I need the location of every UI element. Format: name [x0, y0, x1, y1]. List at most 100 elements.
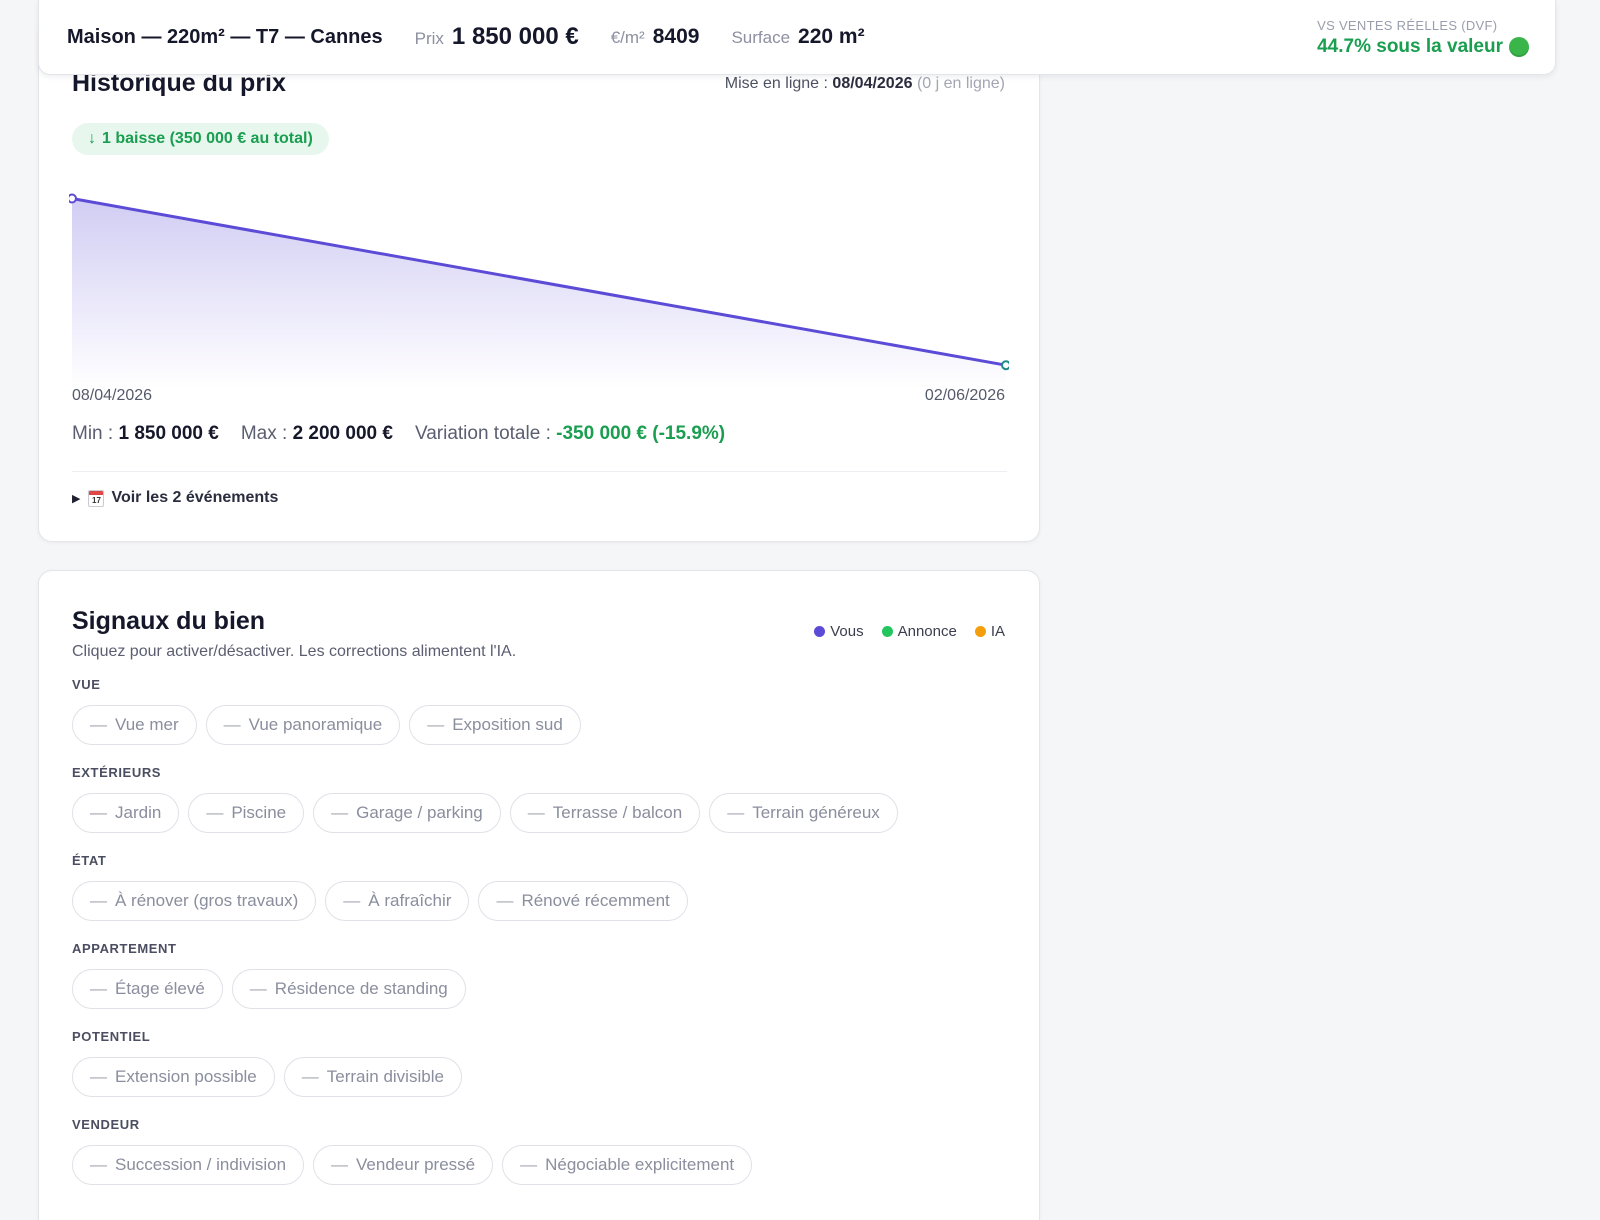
signals-title: Signaux du bien [72, 607, 266, 635]
signal-chip-label: Négociable explicitement [545, 1155, 735, 1174]
online-date: 08/04/2026 [832, 75, 913, 92]
dash-icon: — [427, 715, 445, 734]
surface-label: Surface [731, 28, 791, 47]
legend-dot-icon [814, 626, 826, 637]
signal-chip[interactable]: — Extension possible [72, 1057, 275, 1097]
signal-chip[interactable]: — Rénové récemment [478, 881, 688, 921]
dash-icon: — [90, 979, 107, 998]
signal-chip-label: Vue panoramique [248, 715, 383, 734]
chart-area-fill [72, 198, 1006, 389]
signal-chip[interactable]: — À rafraîchir [325, 881, 470, 921]
variation-value: -350 000 € (-15.9%) [556, 423, 726, 444]
price-history-chart [69, 193, 1009, 389]
surface-value: 220 m² [798, 25, 865, 48]
signal-chip-row: — Extension possible — Terrain divisible [72, 1057, 898, 1097]
signal-chip[interactable]: — Exposition sud [409, 705, 581, 745]
price-label: Prix [414, 29, 444, 48]
online-label: Mise en ligne : [724, 75, 828, 92]
signal-chip[interactable]: — Piscine [188, 793, 305, 833]
legend-label: Vous [830, 623, 864, 640]
dash-icon: — [206, 803, 224, 822]
price-drop-text: 1 baisse (350 000 € au total) [102, 130, 313, 147]
signal-chip-row: — À rénover (gros travaux) — À rafraîchir — R… [72, 881, 898, 921]
signal-chip-label: Garage / parking [356, 803, 483, 822]
signal-chip-row: — Succession / indivision — Vendeur pressé —… [72, 1145, 898, 1185]
dash-icon: — [249, 979, 267, 998]
signal-chip[interactable]: — Vendeur pressé [313, 1145, 494, 1185]
online-days: (0 j en ligne) [916, 75, 1005, 92]
chart-point[interactable] [1001, 360, 1009, 371]
variation-label: Variation totale : [414, 423, 551, 444]
events-toggle-label: Voir les 2 événements [111, 489, 279, 506]
signal-chip[interactable]: — Jardin [72, 793, 180, 833]
signal-chip-label: Résidence de standing [274, 979, 448, 998]
signal-chip[interactable]: — Vue panoramique [205, 705, 401, 745]
signal-groups: VUE — Vue mer — Vue panoramique — Exposition s… [72, 677, 898, 1205]
signal-chip[interactable]: — Terrain généreux [709, 793, 898, 833]
signal-chip[interactable]: — Terrain divisible [283, 1057, 462, 1097]
min-stat: Min : 1 850 000 € [72, 423, 219, 445]
min-label: Min : [72, 423, 114, 444]
dash-icon: — [301, 1067, 319, 1086]
divider [72, 471, 1007, 472]
dash-icon: — [223, 715, 241, 734]
legend-dot-icon [974, 626, 986, 637]
signal-chip[interactable]: — À rénover (gros travaux) [72, 881, 317, 921]
min-value: 1 850 000 € [118, 423, 219, 444]
signal-chip[interactable]: — Résidence de standing [231, 969, 466, 1009]
signal-chip-label: Exposition sud [452, 715, 563, 734]
online-since: Mise en ligne : 08/04/2026 (0 j en ligne… [725, 75, 1005, 93]
signal-chip[interactable]: — Négociable explicitement [502, 1145, 753, 1185]
legend-label: Annonce [897, 623, 957, 640]
variation-stat: Variation totale : -350 000 € (-15.9%) [415, 423, 725, 445]
calendar-icon: 17 [88, 489, 105, 507]
signal-chip-label: Vue mer [115, 715, 179, 734]
signal-chip-label: Terrain généreux [752, 803, 880, 822]
disclosure-triangle-icon: ▶ [72, 492, 81, 505]
signal-chip-label: Extension possible [115, 1067, 257, 1086]
listing-summary-bar: Maison — 220m² — T7 — Cannes Prix 1 850 … [38, 0, 1556, 75]
signal-chip-label: Terrasse / balcon [552, 803, 683, 822]
price-drop-badge: ↓ 1 baisse (350 000 € au total) [72, 123, 329, 155]
signal-chip-label: Terrain divisible [326, 1067, 444, 1086]
signal-group-label: VENDEUR [72, 1117, 140, 1132]
signal-chip-label: Piscine [231, 803, 287, 822]
signal-group-label: ÉTAT [72, 853, 107, 868]
signal-chip-row: — Vue mer — Vue panoramique — Exposition sud [72, 705, 898, 745]
price-stats: Min : 1 850 000 € Max : 2 200 000 € Vari… [72, 423, 725, 445]
dash-icon: — [90, 715, 107, 734]
dash-icon: — [527, 803, 545, 822]
events-toggle[interactable]: ▶ 17 Voir les 2 événements [72, 489, 278, 507]
dash-icon: — [90, 803, 107, 822]
chart-point[interactable] [69, 193, 77, 204]
legend-label: IA [990, 623, 1005, 640]
signal-chip-label: À rafraîchir [368, 891, 452, 910]
signal-chip-label: Rénové récemment [521, 891, 670, 910]
signal-chip-label: Vendeur pressé [356, 1155, 476, 1174]
signal-chip-label: Étage élevé [115, 979, 205, 998]
signal-chip-label: Succession / indivision [115, 1155, 287, 1174]
dash-icon: — [90, 891, 107, 910]
max-value: 2 200 000 € [292, 423, 393, 444]
chart-start-date: 08/04/2026 [72, 387, 153, 404]
price-history-card: Historique du prix Mise en ligne : 08/04… [38, 20, 1040, 542]
listing-title: Maison — 220m² — T7 — Cannes [67, 25, 383, 48]
signal-chip[interactable]: — Garage / parking [313, 793, 501, 833]
legend-item: IA [974, 623, 1005, 640]
calendar-day: 17 [92, 495, 101, 505]
signal-group-label: VUE [72, 677, 101, 692]
signal-chip[interactable]: — Étage élevé [72, 969, 223, 1009]
property-signals-card: Signaux du bien Cliquez pour activer/dés… [38, 570, 1040, 1220]
green-circle-icon [1509, 37, 1529, 57]
max-label: Max : [240, 423, 288, 444]
price-stat: Prix 1 850 000 € [415, 23, 579, 51]
signal-chip[interactable]: — Terrasse / balcon [509, 793, 701, 833]
dash-icon: — [331, 1155, 349, 1174]
price-per-m2-stat: €/m² 8409 [611, 25, 700, 49]
signal-chip[interactable]: — Vue mer [72, 705, 197, 745]
dash-icon: — [496, 891, 514, 910]
signal-chip[interactable]: — Succession / indivision [72, 1145, 305, 1185]
signal-group-label: EXTÉRIEURS [72, 765, 162, 780]
signal-group-label: POTENTIEL [72, 1029, 151, 1044]
signal-group-label: APPARTEMENT [72, 941, 177, 956]
